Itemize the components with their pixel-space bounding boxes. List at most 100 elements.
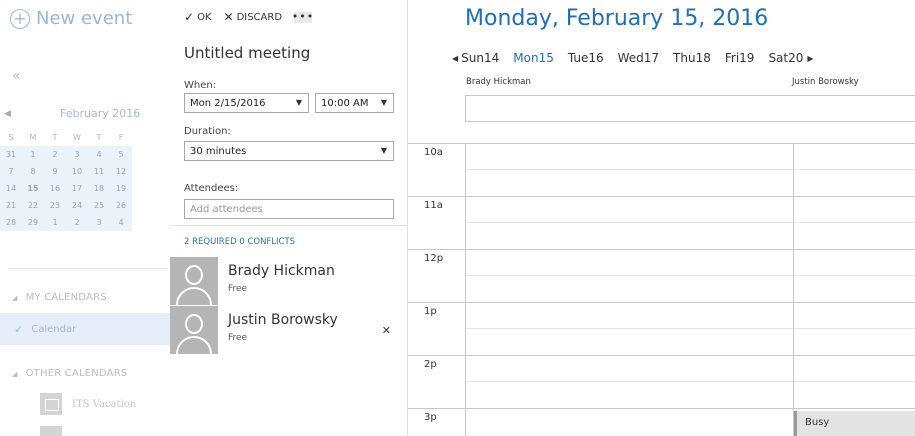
subject-field[interactable]: Untitled meeting [184, 44, 310, 62]
ok-label: OK [197, 11, 212, 23]
attendee-name: Brady Hickman [228, 263, 335, 279]
day-cell[interactable]: 21 [0, 197, 22, 214]
plus-icon: + [10, 8, 30, 29]
attendee-status: Free [228, 284, 248, 294]
other-calendars-header[interactable]: ◢ OTHER CALENDARS [12, 368, 127, 379]
duration-value: 30 minutes [190, 145, 247, 157]
day-cell[interactable]: 12 [110, 163, 132, 180]
next-day-icon[interactable]: ▶ [807, 54, 813, 63]
day-cell[interactable]: 25 [88, 197, 110, 214]
other-calendars-label: OTHER CALENDARS [25, 368, 128, 379]
hour-row[interactable]: 1p [408, 302, 915, 355]
attendees-label: Attendees: [184, 183, 239, 194]
day-cell[interactable]: 19 [110, 180, 132, 197]
day-cell[interactable]: 18 [88, 180, 110, 197]
panel-divider [170, 225, 408, 226]
collapse-pane-icon[interactable]: « [12, 68, 21, 84]
all-day-row[interactable] [465, 95, 915, 122]
mini-calendar: S M T W T F 31 1 2 3 4 5 7 8 9 10 11 12 … [0, 129, 132, 231]
day-option[interactable]: Tue16 [568, 51, 604, 65]
conflicts-summary-link[interactable]: 2 REQUIRED 0 CONFLICTS [184, 237, 295, 247]
day-cell[interactable]: 16 [44, 180, 66, 197]
discard-label: DISCARD [236, 11, 283, 23]
day-option[interactable]: Wed17 [618, 51, 659, 65]
day-cell[interactable]: 23 [44, 197, 66, 214]
mini-calendar-month[interactable]: February 2016 [60, 107, 140, 120]
previous-month-icon[interactable]: ◀ [4, 107, 24, 120]
event-compose-panel: ✓ OK ✕ DISCARD ••• Untitled meeting When… [170, 0, 408, 436]
duration-select[interactable]: 30 minutes ▼ [184, 141, 394, 161]
hour-row[interactable]: 12p [408, 249, 915, 302]
collapse-triangle-icon: ◢ [12, 294, 18, 302]
day-cell[interactable]: 10 [66, 163, 88, 180]
date-picker[interactable]: Mon 2/15/2016 ▼ [184, 93, 309, 113]
scheduling-assistant: Monday, February 15, 2016 ◀ Sun14 Mon15 … [408, 0, 915, 436]
attendees-input[interactable]: Add attendees [184, 199, 394, 219]
day-cell[interactable]: 4 [110, 214, 132, 231]
my-calendars-label: MY CALENDARS [25, 292, 107, 303]
day-cell[interactable]: 22 [22, 197, 44, 214]
day-cell[interactable]: 2 [44, 146, 66, 163]
day-option[interactable]: Sat20 [768, 51, 803, 65]
attendee-row[interactable]: Justin Borowsky Free ✕ [170, 306, 407, 354]
day-cell[interactable]: 1 [44, 214, 66, 231]
hour-row[interactable]: 2p [408, 355, 915, 408]
dropdown-arrow-icon: ▼ [380, 98, 387, 107]
day-selector: ◀ Sun14 Mon15 Tue16 Wed17 Thu18 Fri19 Sa… [452, 51, 814, 65]
hour-label: 2p [424, 359, 437, 370]
day-cell[interactable]: 7 [0, 163, 22, 180]
more-options-button[interactable]: ••• [292, 11, 313, 23]
day-cell[interactable]: 3 [88, 214, 110, 231]
day-cell[interactable]: 28 [0, 214, 22, 231]
week-row: 7 8 9 10 11 12 [0, 163, 132, 180]
day-cell[interactable]: 26 [110, 197, 132, 214]
week-row: 28 29 1 2 3 4 [0, 214, 132, 231]
weekday-label: S [8, 133, 14, 142]
dropdown-arrow-icon: ▼ [380, 146, 387, 155]
selected-day-cell[interactable]: 15 [22, 180, 44, 197]
calendar-item-label: Calendar [31, 323, 77, 335]
discard-button[interactable]: ✕ DISCARD [224, 10, 283, 24]
day-cell[interactable]: 8 [22, 163, 44, 180]
weekday-label: F [118, 133, 124, 142]
day-cell[interactable]: 24 [66, 197, 88, 214]
day-cell[interactable]: 14 [0, 180, 22, 197]
day-cell[interactable]: 11 [88, 163, 110, 180]
attendee-status: Free [228, 333, 248, 343]
day-cell[interactable]: 9 [44, 163, 66, 180]
time-picker[interactable]: 10:00 AM ▼ [315, 93, 394, 113]
busy-block[interactable]: Busy [794, 411, 915, 436]
day-option[interactable]: Sun14 [461, 51, 499, 65]
column-divider [793, 143, 794, 436]
person-column-header: Brady Hickman [466, 77, 531, 87]
time-gutter-divider [465, 143, 466, 436]
time-value: 10:00 AM [321, 97, 369, 109]
navigation-pane: + New event « ◀ February 2016 S M T W T … [0, 0, 170, 436]
my-calendars-header[interactable]: ◢ MY CALENDARS [12, 292, 107, 303]
day-cell[interactable]: 4 [88, 146, 110, 163]
day-cell[interactable]: 2 [66, 214, 88, 231]
calendar-item[interactable]: ✓ Calendar [0, 313, 170, 345]
new-event-button[interactable]: + New event [10, 8, 132, 29]
day-cell[interactable]: 31 [0, 146, 22, 163]
ok-button[interactable]: ✓ OK [184, 10, 212, 24]
hour-row[interactable]: 11a [408, 196, 915, 249]
compose-toolbar: ✓ OK ✕ DISCARD ••• [184, 10, 313, 24]
day-cell[interactable]: 29 [22, 214, 44, 231]
week-row: 14 15 16 17 18 19 [0, 180, 132, 197]
previous-day-icon[interactable]: ◀ [452, 54, 458, 63]
attendee-row[interactable]: Brady Hickman Free [170, 257, 407, 305]
day-cell[interactable]: 17 [66, 180, 88, 197]
day-cell[interactable]: 5 [110, 146, 132, 163]
date-value: Mon 2/15/2016 [190, 97, 266, 109]
other-calendar-item[interactable]: ITS Vacation [40, 393, 136, 415]
duration-label: Duration: [184, 126, 231, 137]
attendee-name: Justin Borowsky [228, 312, 338, 328]
day-option[interactable]: Fri19 [725, 51, 755, 65]
hour-row[interactable]: 10a [408, 143, 915, 196]
day-cell[interactable]: 1 [22, 146, 44, 163]
remove-attendee-icon[interactable]: ✕ [382, 324, 391, 337]
day-option-selected[interactable]: Mon15 [513, 51, 554, 65]
day-option[interactable]: Thu18 [673, 51, 711, 65]
day-cell[interactable]: 3 [66, 146, 88, 163]
